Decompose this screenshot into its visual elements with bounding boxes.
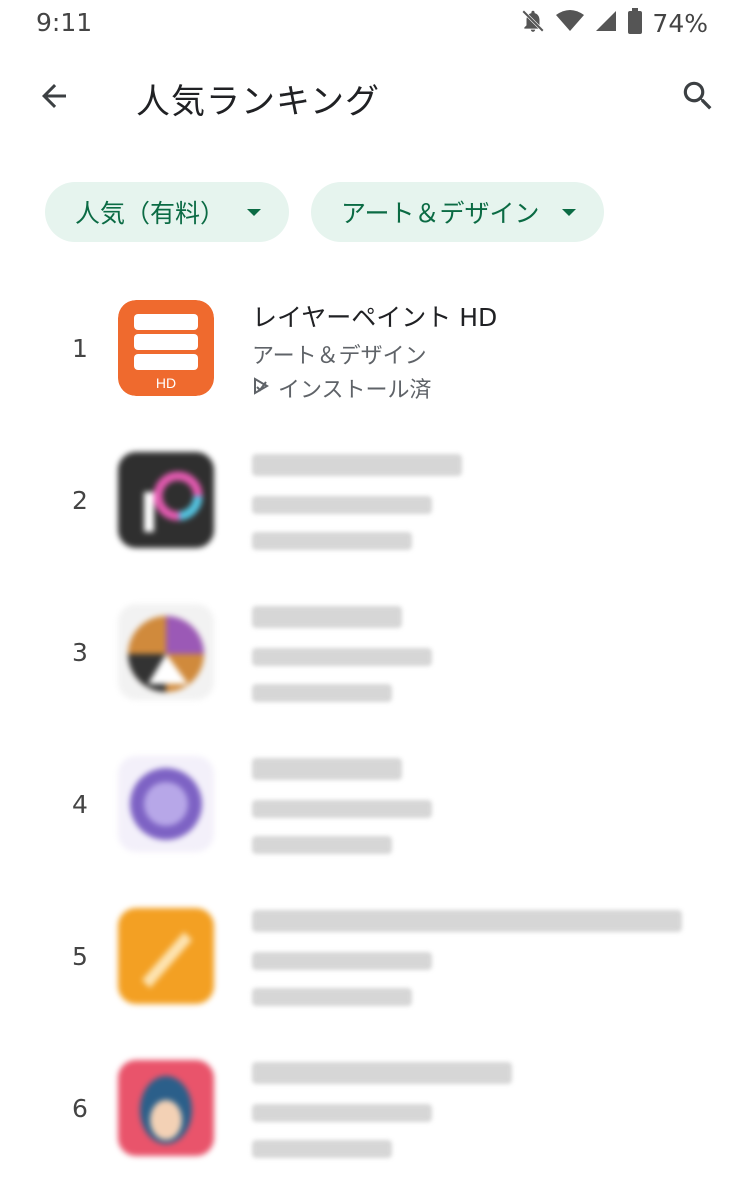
app-category: アート＆デザイン: [252, 344, 427, 369]
list-item[interactable]: 3: [0, 594, 744, 746]
app-title: レイヤーペイント HD: [252, 303, 498, 332]
chevron-down-icon: [561, 208, 576, 216]
app-icon: HD: [118, 300, 214, 396]
status-bar: 9:11 74%: [0, 0, 744, 48]
arrow-back-icon: [36, 78, 72, 118]
rank-number: 6: [72, 1094, 88, 1123]
status-icons: 74%: [520, 6, 708, 40]
app-icon: [118, 604, 214, 700]
search-button[interactable]: [672, 72, 724, 124]
app-icon: [118, 908, 214, 1004]
filter-chip-label: アート＆デザイン: [341, 199, 540, 228]
rank-number: 4: [72, 790, 88, 819]
list-item[interactable]: 5: [0, 898, 744, 1050]
search-icon: [679, 77, 717, 119]
app-icon: [118, 452, 214, 548]
rank-number: 2: [72, 486, 88, 515]
filter-chip-label: 人気（有料）: [75, 199, 226, 228]
battery-percentage: 74%: [652, 8, 708, 38]
filter-chips: 人気（有料） アート＆デザイン: [45, 182, 604, 242]
list-item[interactable]: 4: [0, 746, 744, 898]
ranking-list: 1 HD レイヤーペイント HD アート＆デザイン インストール済 2 3 4 …: [0, 290, 744, 1202]
install-status: インストール済: [252, 372, 432, 404]
page-title: 人気ランキング: [136, 82, 380, 122]
list-item[interactable]: 2: [0, 442, 744, 594]
status-time: 9:11: [36, 8, 93, 37]
filter-chip-category[interactable]: アート＆デザイン: [311, 182, 604, 242]
rank-number: 3: [72, 638, 88, 667]
app-icon-badge: HD: [156, 375, 176, 391]
back-button[interactable]: [28, 72, 80, 124]
filter-chip-popularity[interactable]: 人気（有料）: [45, 182, 290, 242]
install-status-label: インストール済: [278, 378, 432, 403]
app-icon: [118, 1060, 214, 1156]
installed-icon: [252, 376, 270, 401]
list-item[interactable]: 1 HD レイヤーペイント HD アート＆デザイン インストール済: [0, 290, 744, 442]
wifi-icon: [556, 9, 585, 37]
signal-icon: [594, 9, 618, 37]
rank-number: 1: [72, 334, 88, 363]
rank-number: 5: [72, 942, 88, 971]
notifications-off-icon: [520, 8, 546, 38]
list-item[interactable]: 6: [0, 1050, 744, 1202]
battery-icon: [628, 8, 643, 38]
app-icon: [118, 756, 214, 852]
chevron-down-icon: [247, 208, 262, 216]
top-app-bar: 人気ランキング: [0, 60, 744, 136]
